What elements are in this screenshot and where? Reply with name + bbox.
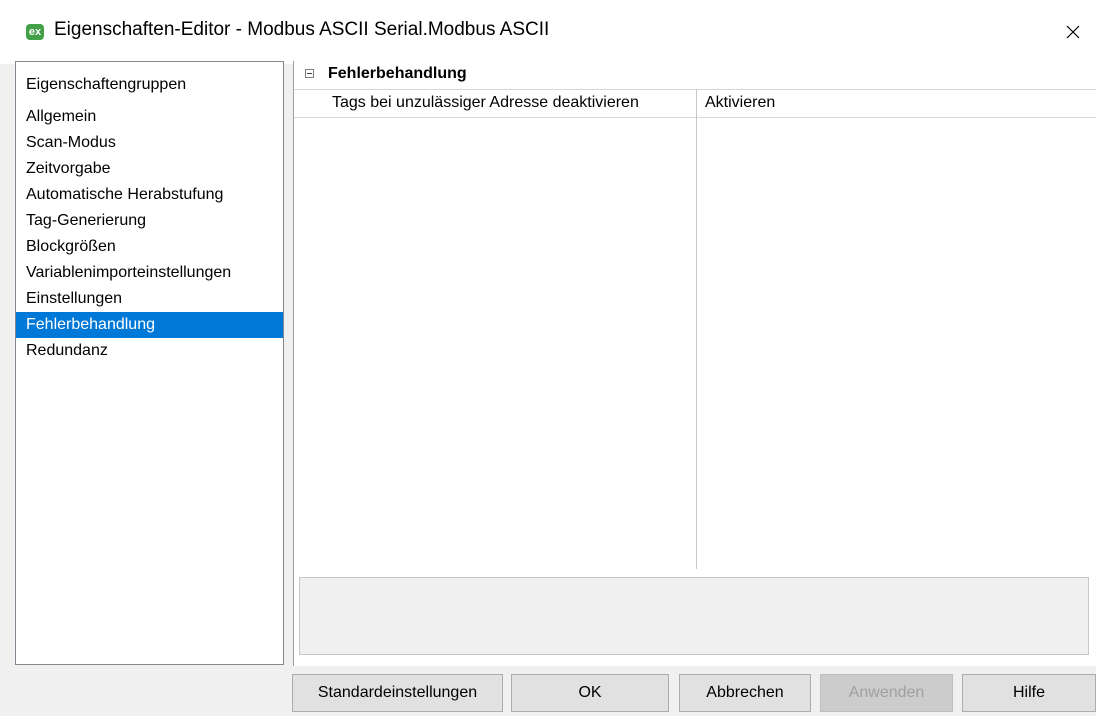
group-item-blockgroessen[interactable]: Blockgrößen [16, 234, 283, 260]
button-bar: Standardeinstellungen OK Abbrechen Anwen… [0, 674, 1096, 716]
apply-button[interactable]: Anwenden [820, 674, 953, 712]
defaults-button[interactable]: Standardeinstellungen [292, 674, 503, 712]
description-box [299, 577, 1089, 655]
app-icon: ex [26, 24, 44, 40]
property-name: Tags bei unzulässiger Adresse deaktivier… [332, 94, 639, 111]
property-row[interactable]: Tags bei unzulässiger Adresse deaktivier… [294, 89, 1096, 118]
section-title: Fehlerbehandlung [328, 65, 467, 82]
close-icon [1066, 25, 1080, 39]
group-item-redundanz[interactable]: Redundanz [16, 338, 283, 364]
group-item-tag-generierung[interactable]: Tag-Generierung [16, 208, 283, 234]
window-title: Eigenschaften-Editor - Modbus ASCII Seri… [54, 19, 550, 40]
group-item-scan-modus[interactable]: Scan-Modus [16, 130, 283, 156]
collapse-icon[interactable] [305, 69, 314, 78]
group-item-einstellungen[interactable]: Einstellungen [16, 286, 283, 312]
property-grid: Fehlerbehandlung Tags bei unzulässiger A… [293, 61, 1096, 666]
group-item-variablenimporteinstellungen[interactable]: Variablenimporteinstellungen [16, 260, 283, 286]
group-item-allgemein[interactable]: Allgemein [16, 104, 283, 130]
group-item-automatische-herabstufung[interactable]: Automatische Herabstufung [16, 182, 283, 208]
group-item-fehlerbehandlung[interactable]: Fehlerbehandlung [16, 312, 283, 338]
title-bar: ex Eigenschaften-Editor - Modbus ASCII S… [0, 0, 1096, 64]
help-button[interactable]: Hilfe [962, 674, 1096, 712]
cancel-button[interactable]: Abbrechen [679, 674, 811, 712]
column-divider[interactable] [696, 89, 697, 569]
close-button[interactable] [1050, 12, 1096, 52]
groups-header: Eigenschaftengruppen [26, 76, 187, 93]
property-groups-panel: Eigenschaftengruppen Allgemein Scan-Modu… [15, 61, 284, 665]
groups-list: Allgemein Scan-Modus Zeitvorgabe Automat… [16, 104, 283, 364]
section-header: Fehlerbehandlung [294, 61, 1096, 89]
property-value[interactable]: Aktivieren [705, 94, 775, 112]
ok-button[interactable]: OK [511, 674, 669, 712]
group-item-zeitvorgabe[interactable]: Zeitvorgabe [16, 156, 283, 182]
